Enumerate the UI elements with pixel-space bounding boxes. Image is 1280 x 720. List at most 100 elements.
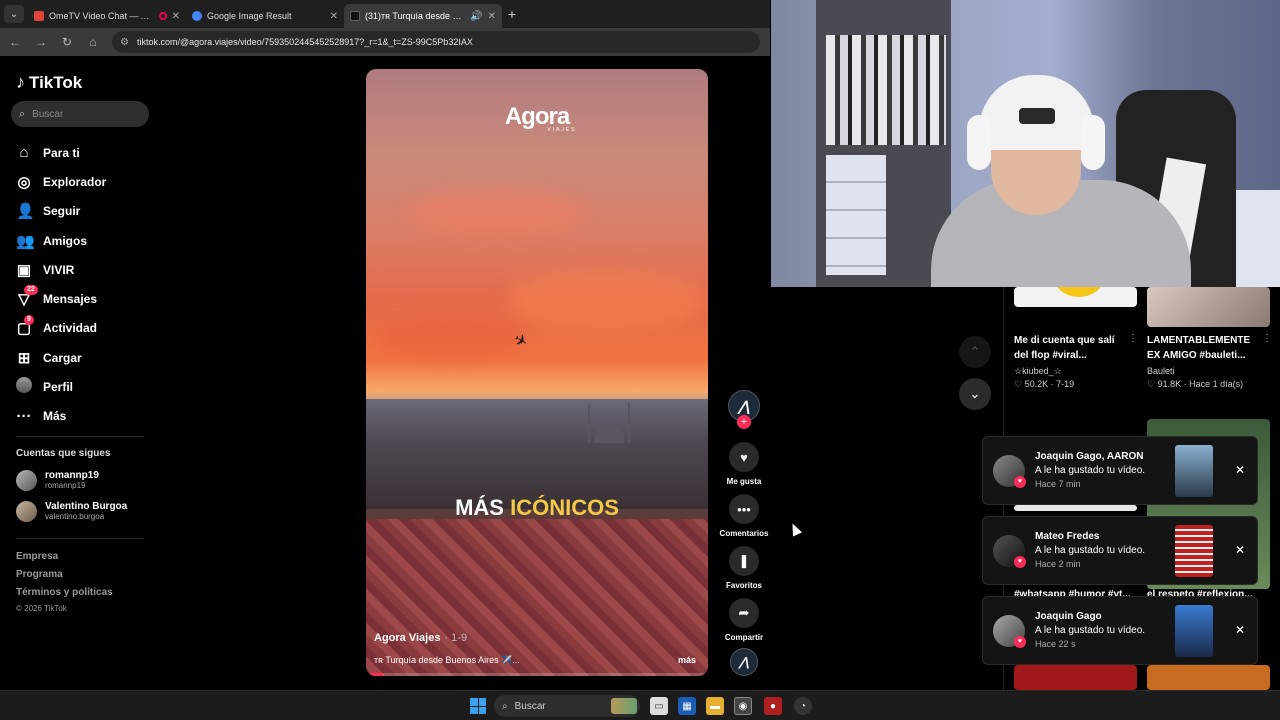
footer-link-programa[interactable]: Programa	[16, 569, 63, 580]
tab-ometv[interactable]: OmeTV Video Chat — Alte ✕	[28, 4, 186, 28]
card-meta: ♡ 91.8K · Hace 1 día(s)	[1147, 379, 1244, 389]
notification-message: A le ha gustado tu vídeo.	[1035, 625, 1146, 636]
share-icon: ➦	[729, 598, 759, 628]
close-icon[interactable]: ✕	[1235, 623, 1245, 637]
task-view-icon[interactable]: ▭	[650, 697, 668, 715]
notification-time: Hace 7 min	[1035, 479, 1081, 489]
tiktok-favicon	[350, 11, 360, 21]
taskbar-search[interactable]: ⌕ Buscar	[494, 695, 640, 717]
close-tab-icon[interactable]: ✕	[330, 11, 338, 22]
card-author[interactable]: Bauleti	[1147, 366, 1175, 376]
nav-para-ti[interactable]: ⌂ Para ti	[16, 138, 106, 167]
sidebar: ♪ TikTok ⌕ Buscar ⌂ Para ti ◎ Explorador…	[0, 58, 160, 690]
action-label: Me gusta	[726, 477, 762, 486]
nav-seguir[interactable]: 👤 Seguir	[16, 197, 106, 226]
forward-icon[interactable]: →	[34, 35, 48, 49]
nav-mas[interactable]: ··· Más	[16, 402, 106, 431]
video-description: ᴛʀ Turquía desde Buenos Aires ✈️...	[374, 655, 520, 665]
close-tab-icon[interactable]: ✕	[488, 11, 496, 22]
more-options-icon[interactable]: ⋮	[1128, 333, 1138, 344]
footer-link-empresa[interactable]: Empresa	[16, 551, 58, 562]
follow-plus-icon[interactable]: +	[737, 415, 751, 429]
nav-explorador[interactable]: ◎ Explorador	[16, 167, 106, 196]
action-label: Favoritos	[725, 581, 762, 590]
video-progress[interactable]	[366, 673, 708, 676]
following-account[interactable]: Valentino Burgoa valentino.burgoa	[16, 501, 127, 522]
like-notification[interactable]: ♥ Joaquin Gago A le ha gustado tu vídeo.…	[982, 596, 1258, 665]
file-explorer-icon[interactable]: ▬	[706, 697, 724, 715]
progress-fill	[366, 673, 384, 676]
url-field[interactable]: ⚙ tiktok.com/@agora.viajes/video/7593502…	[112, 31, 760, 53]
recording-icon	[158, 12, 167, 20]
video-player[interactable]: Agora VIAJES ✈ MÁS ICÓNICOS Agora Viajes…	[366, 69, 708, 676]
next-video-button[interactable]: ⌄	[959, 378, 991, 410]
speaker-icon[interactable]: 🔊	[470, 11, 482, 22]
back-icon[interactable]: ←	[8, 35, 22, 49]
nav-label: Perfil	[43, 380, 74, 395]
ometv-favicon	[34, 11, 44, 21]
nav-label: Explorador	[43, 174, 107, 189]
like-notification[interactable]: ♥ Joaquin Gago, AARON A le ha gustado tu…	[982, 436, 1258, 505]
music-disc[interactable]: ⋀	[718, 648, 770, 676]
profile-avatar	[16, 377, 32, 397]
nav-label: Amigos	[43, 233, 88, 248]
tab-title: Google Image Result	[207, 11, 292, 21]
chrome-icon[interactable]: ◉	[734, 697, 752, 715]
favorite-button[interactable]: ❚ Favoritos	[718, 546, 770, 590]
search-input[interactable]: ⌕ Buscar	[11, 101, 149, 127]
like-notification[interactable]: ♥ Mateo Fredes A le ha gustado tu vídeo.…	[982, 516, 1258, 585]
app-icon[interactable]: ◔	[794, 697, 812, 715]
tiktok-logo[interactable]: ♪ TikTok	[16, 72, 82, 93]
live-icon: ▣	[16, 261, 32, 279]
close-tab-icon[interactable]: ✕	[172, 11, 180, 22]
store-icon[interactable]: ▦	[678, 697, 696, 715]
card-author[interactable]: ☆kiubed_☆	[1014, 366, 1062, 377]
caption-highlight: ICÓNICOS	[510, 495, 619, 520]
video-thumbnail[interactable]	[1014, 505, 1137, 511]
tab-search-button[interactable]: ⌄	[4, 5, 24, 23]
chevron-up-icon: ⌃	[969, 344, 981, 359]
reload-icon[interactable]: ↻	[60, 35, 74, 49]
beanie-logo-patch	[1019, 108, 1055, 124]
nav-label: Seguir	[43, 204, 81, 219]
account-handle: romannp19	[45, 481, 86, 490]
close-icon[interactable]: ✕	[1235, 463, 1245, 477]
video-author[interactable]: Agora Viajes · 1-9	[374, 632, 467, 644]
nav-amigos[interactable]: 👥 Amigos	[16, 226, 106, 255]
nav-vivir[interactable]: ▣ VIVIR	[16, 255, 106, 284]
creator-avatar[interactable]: ⋀ +	[718, 390, 770, 429]
obs-record-icon[interactable]: ●	[764, 697, 782, 715]
minaret	[628, 403, 630, 443]
new-tab-button[interactable]: +	[502, 6, 522, 22]
share-button[interactable]: ➦ Compartir	[718, 598, 770, 642]
previous-video-button[interactable]: ⌃	[959, 336, 991, 368]
video-thumbnail	[1175, 605, 1213, 657]
sky-cloud	[376, 319, 526, 359]
card-title[interactable]: LAMENTABLEMENTE EX AMIGO #bauleti...	[1147, 333, 1250, 363]
account-handle: valentino.burgoa	[45, 512, 105, 521]
messages-badge: 22	[24, 285, 38, 296]
video-thumbnail[interactable]	[1147, 665, 1270, 690]
tab-google-image[interactable]: Google Image Result ✕	[186, 4, 344, 28]
nav-mensajes[interactable]: ▽ 22 Mensajes	[16, 284, 106, 313]
home-icon[interactable]: ⌂	[86, 35, 100, 49]
nav-cargar[interactable]: ⊞ Cargar	[16, 343, 106, 372]
account-avatar	[16, 501, 37, 522]
more-options-icon[interactable]: ⋮	[1262, 333, 1272, 344]
close-icon[interactable]: ✕	[1235, 543, 1245, 557]
comment-button[interactable]: ••• Comentarios	[718, 494, 770, 538]
tab-tiktok[interactable]: (31)ᴛʀ Turquía desde Bueno 🔊 ✕	[344, 4, 502, 28]
windows-start-icon[interactable]	[470, 698, 486, 714]
more-link[interactable]: más	[678, 655, 696, 665]
footer-link-terminos[interactable]: Términos y políticas	[16, 587, 113, 598]
nav-perfil[interactable]: Perfil	[16, 372, 106, 401]
video-thumbnail[interactable]	[1014, 287, 1137, 307]
site-info-icon[interactable]: ⚙	[120, 37, 129, 48]
following-account[interactable]: romannp19 romannp19	[16, 470, 99, 491]
nav-label: VIVIR	[43, 262, 75, 277]
video-thumbnail[interactable]	[1014, 665, 1137, 690]
video-thumbnail[interactable]	[1147, 287, 1270, 327]
card-title[interactable]: Me di cuenta que salí del flop #viral...	[1014, 333, 1115, 363]
like-button[interactable]: ♥ Me gusta	[718, 442, 770, 486]
nav-actividad[interactable]: ▢ 9 Actividad	[16, 314, 106, 343]
